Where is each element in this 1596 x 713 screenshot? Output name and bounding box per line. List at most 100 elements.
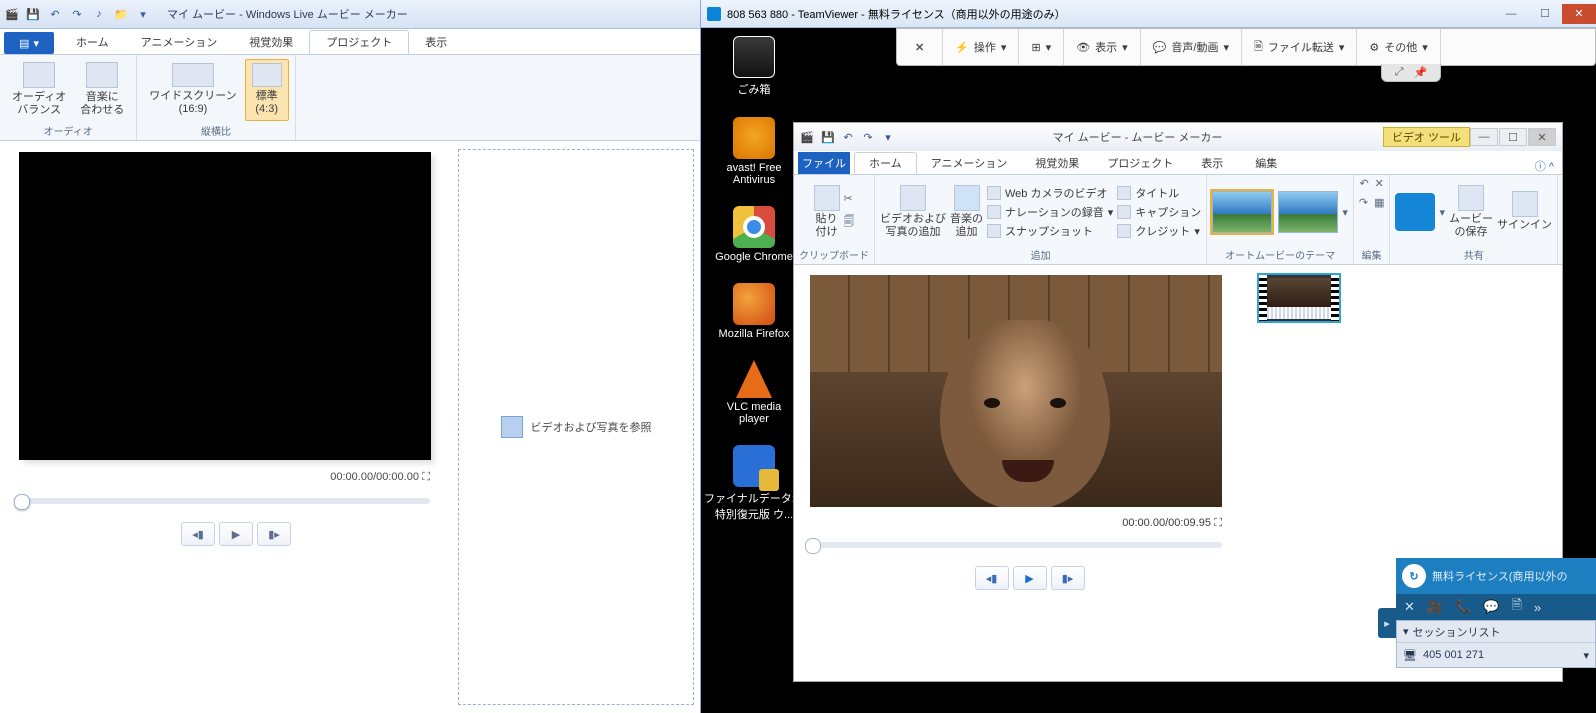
fit-to-music-button[interactable]: 音楽に 合わせる — [74, 59, 130, 122]
tab-edit[interactable]: 編集 — [1241, 152, 1291, 174]
titlebar[interactable]: 🎬 💾 ↶ ↷ ♪ 📁 ▾ マイ ムービー - Windows Live ムービ… — [0, 0, 700, 29]
inner-seek-slider[interactable] — [810, 542, 1222, 548]
folder-icon[interactable]: 📁 — [111, 4, 131, 24]
desktop-icon-finaldata[interactable]: ファイナルデータ10 特別復元版 ウ... — [704, 445, 804, 522]
theme-thumb[interactable] — [1212, 191, 1272, 233]
chat-icon[interactable]: 💬 — [1483, 599, 1499, 615]
widescreen-button[interactable]: ワイドスクリーン (16:9) — [143, 59, 242, 122]
cut-icon[interactable]: ✂ — [844, 192, 855, 205]
desktop-icon-firefox[interactable]: Mozilla Firefox — [719, 283, 790, 340]
panel-close-icon[interactable]: ✕ — [1404, 599, 1415, 615]
save-icon[interactable]: 💾 — [818, 127, 838, 147]
add-media-button[interactable]: ビデオおよび 写真の追加 — [880, 185, 946, 239]
toolbar-windows[interactable]: ⊞▾ — [1019, 29, 1064, 65]
tab-visual-effects[interactable]: 視覚効果 — [1021, 152, 1093, 174]
delete-icon[interactable]: ✕ — [1375, 177, 1384, 190]
more-icon[interactable]: » — [1534, 600, 1541, 615]
phone-icon[interactable]: 📞 — [1455, 599, 1471, 615]
next-frame-button[interactable]: ▮▸ — [257, 522, 291, 546]
close-button[interactable]: ✕ — [1562, 4, 1596, 24]
video-icon[interactable]: 🎥 — [1427, 599, 1443, 615]
play-button[interactable]: ▶ — [1013, 566, 1047, 590]
desktop-icon-chrome[interactable]: Google Chrome — [715, 206, 793, 263]
snapshot-button[interactable]: スナップショット — [987, 223, 1113, 239]
rotate-left-icon[interactable]: ↶ — [1359, 177, 1368, 190]
tab-view[interactable]: 表示 — [1187, 152, 1237, 174]
narration-button[interactable]: ナレーションの録音 ▾ — [987, 204, 1113, 220]
session-row[interactable]: 🖥405 001 271▾ — [1397, 643, 1595, 667]
panel-expand-button[interactable]: ▸ — [1378, 608, 1396, 638]
preview-video[interactable] — [810, 275, 1222, 507]
prev-frame-button[interactable]: ◂▮ — [181, 522, 215, 546]
undo-icon[interactable]: ↶ — [45, 4, 65, 24]
prev-frame-button[interactable]: ◂▮ — [975, 566, 1009, 590]
seek-slider[interactable] — [20, 498, 430, 504]
signin-button[interactable]: サインイン — [1497, 191, 1552, 232]
toolbar-collapse-tab[interactable]: ⤢📌 — [1381, 64, 1441, 82]
inner-titlebar[interactable]: 🎬 💾 ↶ ↷ ▾ マイ ムービー - ムービー メーカー ビデオ ツール — … — [794, 123, 1562, 151]
preview-video[interactable] — [20, 153, 430, 459]
theme-thumb[interactable] — [1278, 191, 1338, 233]
maximize-button[interactable]: ☐ — [1499, 128, 1527, 146]
tab-project[interactable]: プロジェクト — [1093, 152, 1187, 174]
toolbar-view[interactable]: 👁表示▾ — [1064, 29, 1141, 65]
title-button[interactable]: タイトル — [1117, 185, 1201, 201]
maximize-button[interactable]: ☐ — [1528, 4, 1562, 24]
teamviewer-badge-icon: ↻ — [1402, 564, 1426, 588]
music-icon[interactable]: ♪ — [89, 4, 109, 24]
onedrive-button[interactable] — [1395, 193, 1435, 231]
fullscreen-icon[interactable]: ⛶ — [422, 471, 430, 483]
toolbar-actions[interactable]: ⚡操作▾ — [943, 29, 1019, 65]
teamviewer-titlebar[interactable]: 808 563 880 - TeamViewer - 無料ライセンス（商用以外の… — [701, 0, 1596, 28]
gallery-more-icon[interactable]: ▾ — [1342, 206, 1348, 219]
close-button[interactable]: ✕ — [1528, 128, 1556, 146]
toolbar-other[interactable]: ⚙その他▾ — [1357, 29, 1440, 65]
redo-icon[interactable]: ↷ — [858, 127, 878, 147]
standard-aspect-button[interactable]: 標準 (4:3) — [245, 59, 289, 122]
play-button[interactable]: ▶ — [219, 522, 253, 546]
select-all-icon[interactable]: ▦ — [1374, 196, 1384, 209]
toolbar-file-transfer[interactable]: 🗎ファイル転送▾ — [1242, 29, 1357, 65]
copy-icon[interactable]: 🗐 — [844, 213, 855, 232]
qat-more-icon[interactable]: ▾ — [878, 127, 898, 147]
desktop-icon-vlc[interactable]: VLC media player — [727, 360, 781, 425]
toolbar-audio-video[interactable]: 💬音声/動画▾ — [1141, 29, 1242, 65]
desktop-icon-trash[interactable]: ごみ箱 — [733, 36, 775, 97]
tab-home[interactable]: ホーム — [854, 152, 917, 174]
fullscreen-icon[interactable]: ⛶ — [1214, 517, 1222, 529]
files-icon[interactable]: 🗎 — [1511, 596, 1521, 618]
save-icon[interactable]: 💾 — [23, 4, 43, 24]
webcam-button[interactable]: Web カメラのビデオ — [987, 185, 1113, 201]
credits-button[interactable]: クレジット ▾ — [1117, 223, 1201, 239]
tab-view[interactable]: 表示 — [409, 30, 463, 54]
add-music-button[interactable]: 音楽の 追加 — [950, 185, 983, 239]
tab-project[interactable]: プロジェクト — [309, 30, 409, 54]
panel-header[interactable]: ↻ 無料ライセンス(商用以外の — [1396, 558, 1596, 594]
rotate-right-icon[interactable]: ↷ — [1359, 196, 1368, 209]
session-list-header[interactable]: ▾セッションリスト — [1397, 621, 1595, 643]
audio-balance-button[interactable]: オーディオ バランス — [6, 59, 72, 122]
help-icon[interactable]: ⓘ ^ — [1535, 158, 1562, 174]
caption-button[interactable]: キャプション — [1117, 204, 1201, 220]
storyboard-dropzone[interactable]: ビデオおよび写真を参照 — [458, 149, 694, 705]
undo-icon[interactable]: ↶ — [838, 127, 858, 147]
redo-icon[interactable]: ↷ — [67, 4, 87, 24]
file-menu-button[interactable]: ファイル — [798, 152, 850, 174]
ribbon-group-audio: オーディオ バランス 音楽に 合わせる オーディオ — [0, 55, 137, 140]
share-more-icon[interactable]: ▾ — [1439, 206, 1445, 219]
minimize-button[interactable]: — — [1494, 4, 1528, 24]
tab-animation[interactable]: アニメーション — [125, 30, 234, 54]
video-clip[interactable] — [1257, 273, 1341, 323]
tab-animation[interactable]: アニメーション — [917, 152, 1022, 174]
next-frame-button[interactable]: ▮▸ — [1051, 566, 1085, 590]
toolbar-close-button[interactable]: ✕ — [897, 29, 943, 65]
tab-home[interactable]: ホーム — [60, 30, 125, 54]
minimize-button[interactable]: — — [1470, 128, 1498, 146]
save-movie-button[interactable]: ムービー の保存 — [1449, 185, 1493, 239]
desktop-icon-avast[interactable]: avast! Free Antivirus — [726, 117, 781, 186]
tab-visual-effects[interactable]: 視覚効果 — [233, 30, 309, 54]
paste-button[interactable]: 貼り 付け — [814, 185, 840, 239]
file-menu-button[interactable]: ▤▾ — [4, 32, 54, 54]
theme-gallery[interactable] — [1212, 191, 1338, 233]
qat-more-icon[interactable]: ▾ — [133, 4, 153, 24]
